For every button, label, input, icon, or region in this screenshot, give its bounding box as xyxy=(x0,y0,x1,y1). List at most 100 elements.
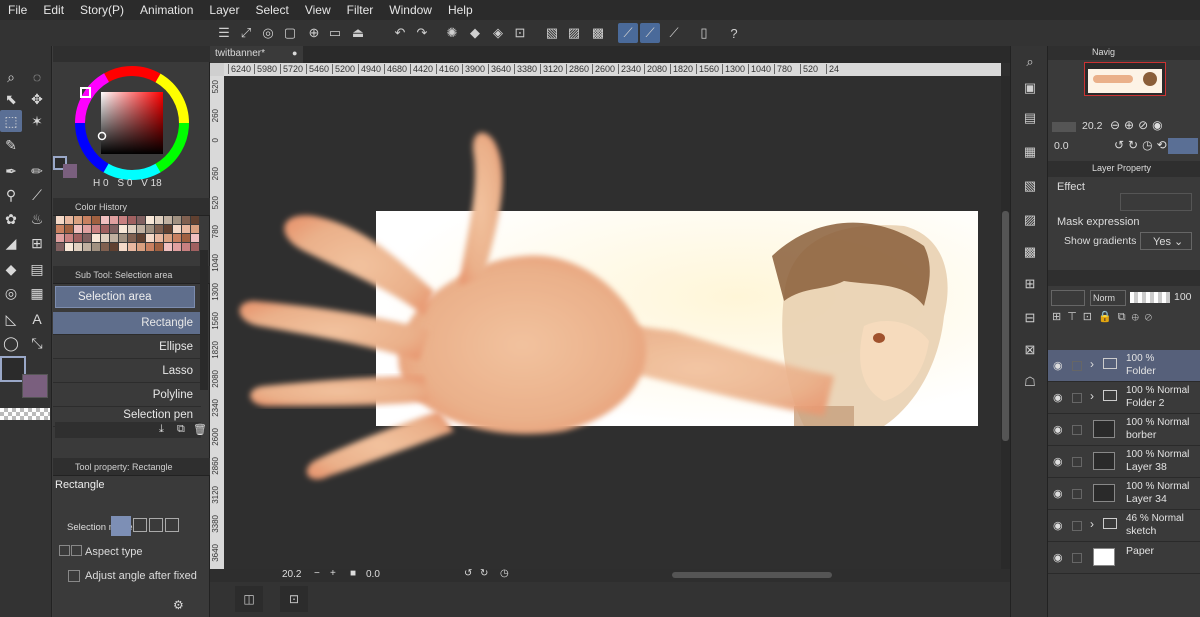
visibility-eye-icon[interactable]: ◉ xyxy=(1053,551,1063,564)
magic-wand-icon[interactable]: ✶ xyxy=(26,110,48,132)
material-pattern-icon[interactable]: ⊞ xyxy=(1020,274,1040,294)
zoom-in-icon[interactable]: + xyxy=(330,568,336,579)
visibility-eye-icon[interactable]: ◉ xyxy=(1053,359,1063,372)
color-swatch[interactable] xyxy=(164,234,172,242)
color-swatch[interactable] xyxy=(173,216,181,224)
layer-lock-checkbox[interactable] xyxy=(1072,553,1082,563)
aspect-expand-icon[interactable] xyxy=(59,545,70,556)
show-gradients-select[interactable]: Yes ⌄ xyxy=(1140,232,1192,250)
folder-expand-icon[interactable]: › xyxy=(1090,389,1094,403)
frame-icon[interactable]: ▩ xyxy=(588,23,608,43)
color-swatch[interactable] xyxy=(92,216,100,224)
stop-icon[interactable]: ■ xyxy=(350,568,356,579)
menu-select[interactable]: Select xyxy=(247,3,296,17)
color-swatch[interactable] xyxy=(182,243,190,251)
layer-lock-checkbox[interactable] xyxy=(1072,361,1082,371)
material-3d-icon[interactable]: ☖ xyxy=(1020,372,1040,392)
menu-edit[interactable]: Edit xyxy=(35,3,72,17)
color-swatch[interactable] xyxy=(155,243,163,251)
tab-close-icon[interactable]: ● xyxy=(292,48,297,58)
color-swatch[interactable] xyxy=(119,234,127,242)
color-swatch[interactable] xyxy=(92,234,100,242)
layer-row[interactable]: ◉ 100 % Normal borber xyxy=(1048,414,1200,446)
subtool-scrollbar[interactable] xyxy=(200,250,208,390)
drawing-canvas[interactable] xyxy=(224,76,1001,569)
mode-add-selection[interactable] xyxy=(133,518,147,532)
material-mono-icon[interactable]: ▤ xyxy=(1020,108,1040,128)
color-swatch[interactable] xyxy=(146,234,154,242)
color-swatch[interactable] xyxy=(164,216,172,224)
opacity-value[interactable]: 100 xyxy=(1174,291,1192,303)
wrench-icon[interactable]: ⚙ xyxy=(173,598,184,612)
color-swatch[interactable] xyxy=(137,234,145,242)
menu-window[interactable]: Window xyxy=(381,3,440,17)
color-history-swatches[interactable] xyxy=(56,216,202,258)
color-swatch[interactable] xyxy=(56,225,64,233)
color-swatch[interactable] xyxy=(137,216,145,224)
transparent-swatch[interactable] xyxy=(0,408,50,420)
color-swatch[interactable] xyxy=(110,216,118,224)
canvas-vertical-scrollbar[interactable] xyxy=(1001,76,1010,569)
crop-icon[interactable]: ⊡ xyxy=(510,23,530,43)
color-swatch[interactable] xyxy=(110,243,118,251)
effect-buttons[interactable] xyxy=(1120,193,1192,211)
material-tone-icon[interactable]: ▦ xyxy=(1020,142,1040,162)
deselect-icon[interactable]: ▧ xyxy=(542,23,562,43)
color-swatch[interactable] xyxy=(137,243,145,251)
visibility-eye-icon[interactable]: ◉ xyxy=(1053,423,1063,436)
lasso-select-icon[interactable]: ◌ xyxy=(26,66,48,88)
menu-file[interactable]: File xyxy=(0,3,35,17)
download-icon[interactable]: ⤓ xyxy=(159,423,164,436)
layer-color-select[interactable] xyxy=(1051,290,1085,306)
device-icon[interactable]: ▯ xyxy=(694,23,714,43)
color-swatch[interactable] xyxy=(83,216,91,224)
color-swatch[interactable] xyxy=(155,216,163,224)
opacity-slider[interactable] xyxy=(1130,292,1170,303)
eraser-icon[interactable]: ◢ xyxy=(0,232,22,254)
menu-storyp[interactable]: Story(P) xyxy=(72,3,132,17)
rotate-right-icon[interactable]: ↻ xyxy=(480,568,488,579)
rotate-left-icon[interactable]: ↺ xyxy=(464,568,472,579)
color-swatch[interactable] xyxy=(110,234,118,242)
tool-property-header[interactable]: Tool property: Rectangle xyxy=(53,458,210,476)
color-swatch[interactable] xyxy=(56,216,64,224)
color-swatch[interactable] xyxy=(119,225,127,233)
color-swatch[interactable] xyxy=(101,216,109,224)
color-swatch[interactable] xyxy=(101,225,109,233)
visibility-eye-icon[interactable]: ◉ xyxy=(1053,455,1063,468)
clear-icon[interactable]: ◆ xyxy=(465,23,485,43)
layer-lock-tools[interactable]: ⊞⊤⊡🔒⧉⊕⊘ xyxy=(1052,310,1198,328)
visibility-eye-icon[interactable]: ◉ xyxy=(1053,391,1063,404)
color-swatch[interactable] xyxy=(56,234,64,242)
zoom-value[interactable]: 20.2 xyxy=(282,569,301,580)
transform-icon[interactable]: ⤢ xyxy=(236,23,256,43)
color-swatch[interactable] xyxy=(146,216,154,224)
mode-subtract-selection[interactable] xyxy=(149,518,163,532)
fill-icon[interactable]: ◈ xyxy=(488,23,508,43)
color-swatch[interactable] xyxy=(191,216,199,224)
visibility-eye-icon[interactable]: ◉ xyxy=(1053,487,1063,500)
ruler-icon[interactable]: ◺ xyxy=(0,308,22,330)
new-icon[interactable]: ⊕ xyxy=(304,23,324,43)
menu-animation[interactable]: Animation xyxy=(132,3,201,17)
fill-bucket-icon[interactable]: ◆ xyxy=(0,258,22,280)
color-swatch[interactable] xyxy=(101,243,109,251)
menu-view[interactable]: View xyxy=(297,3,339,17)
color-swatch[interactable] xyxy=(182,234,190,242)
subtool-rectangle[interactable]: Rectangle xyxy=(53,312,201,335)
trash-icon[interactable]: 🗑 xyxy=(193,423,207,436)
canvas-horizontal-scroll-thumb[interactable] xyxy=(672,572,832,578)
material-image-icon[interactable]: ▧ xyxy=(1020,176,1040,196)
color-swatch[interactable] xyxy=(128,234,136,242)
material-effect-icon[interactable]: ⊠ xyxy=(1020,340,1040,360)
blend-mode-select[interactable]: Norm xyxy=(1090,290,1126,306)
document-tab[interactable]: twitbanner* ● xyxy=(210,46,303,63)
color-swatch[interactable] xyxy=(191,225,199,233)
frame-border-icon[interactable]: ▦ xyxy=(26,282,48,304)
color-swatch[interactable] xyxy=(155,234,163,242)
color-history-header[interactable]: Color History xyxy=(53,198,210,216)
color-swatch[interactable] xyxy=(128,225,136,233)
gradient-icon[interactable]: ▤ xyxy=(26,258,48,280)
mode-new-selection[interactable] xyxy=(111,516,131,536)
snap-grid-icon[interactable]: ⟋ xyxy=(664,23,684,43)
